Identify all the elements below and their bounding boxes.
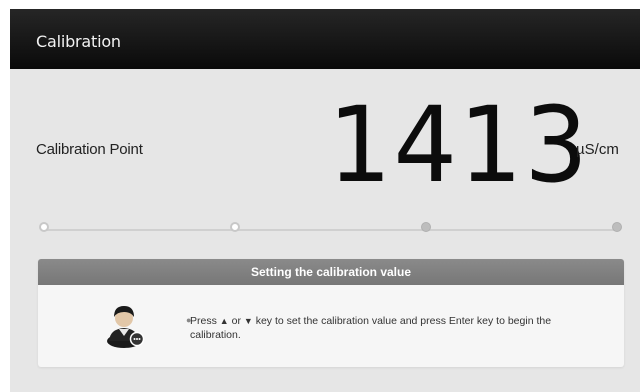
panel-title: Setting the calibration value: [38, 259, 624, 285]
user-avatar-icon: [100, 301, 148, 349]
calibration-point-value: 1413: [328, 84, 590, 206]
step-indicator-4: [612, 222, 622, 232]
step-indicator-1: [39, 222, 49, 232]
step-indicator-2: [230, 222, 240, 232]
step-progress-line: [44, 229, 618, 231]
screen-title: Calibration: [36, 32, 121, 51]
calibration-screen: Calibration Calibration Point 1413 µS/cm…: [10, 9, 640, 392]
instruction-text-or: or: [228, 315, 244, 327]
down-arrow-icon: ▼: [243, 316, 253, 326]
instruction-text-part1: Press: [190, 315, 220, 327]
calibration-unit: µS/cm: [576, 141, 619, 158]
up-arrow-icon: ▲: [219, 316, 229, 326]
step-indicator-3: [421, 222, 431, 232]
title-bar: Calibration: [10, 9, 640, 69]
instruction-text: Press ▲ or ▼ key to set the calibration …: [190, 314, 600, 342]
calibration-point-label: Calibration Point: [36, 141, 143, 158]
instruction-panel: Setting the calibration value ● Press ▲ …: [38, 259, 624, 367]
